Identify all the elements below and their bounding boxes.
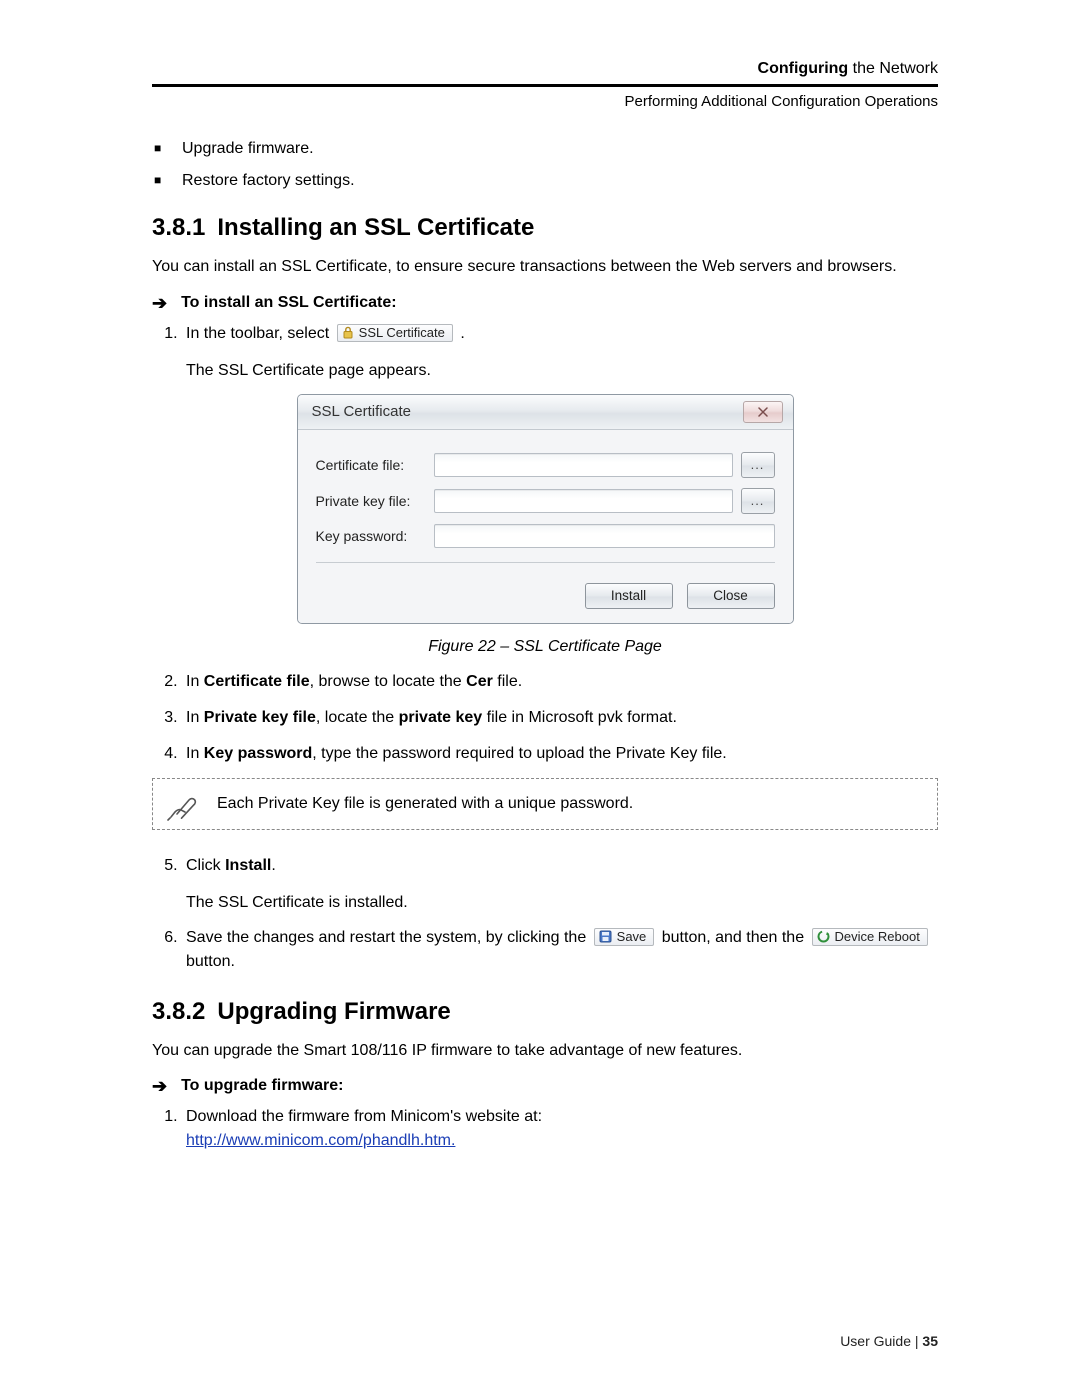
note-box: Each Private Key file is generated with … (152, 778, 938, 830)
step-item: Save the changes and restart the system,… (182, 926, 938, 974)
steps-list-continued-2: Click Install. (152, 854, 938, 878)
close-dialog-button[interactable]: Close (687, 583, 775, 609)
dialog-separator (316, 562, 775, 563)
procedure-title: To install an SSL Certificate: (181, 294, 396, 312)
note-text: Each Private Key file is generated with … (217, 795, 633, 813)
pre-section-list: Upgrade firmware. Restore factory settin… (152, 140, 938, 190)
save-chip: Save (594, 928, 655, 946)
ssl-certificate-dialog: SSL Certificate Certificate file: ... Pr… (297, 394, 794, 624)
step-text: In the toolbar, select (186, 325, 334, 342)
close-button[interactable] (743, 401, 783, 423)
dialog-actions: Install Close (298, 583, 793, 623)
header-bold: Configuring (758, 60, 849, 77)
list-item: Upgrade firmware. (182, 140, 938, 158)
firmware-steps: Download the firmware from Minicom's web… (152, 1105, 938, 1153)
steps-list-continued-3: Save the changes and restart the system,… (152, 926, 938, 974)
section-heading-firmware: 3.8.2 Upgrading Firmware (152, 998, 938, 1026)
dialog-title: SSL Certificate (312, 403, 743, 420)
firmware-download-link[interactable]: http://www.minicom.com/phandlh.htm. (186, 1132, 455, 1149)
page-number: 35 (922, 1333, 938, 1349)
close-icon (757, 407, 769, 417)
paragraph: You can install an SSL Certificate, to e… (152, 256, 938, 278)
dialog-row-key-password: Key password: (316, 524, 775, 548)
certificate-file-label: Certificate file: (316, 457, 434, 473)
arrow-right-icon: ➔ (152, 1077, 167, 1095)
step-item: In the toolbar, select SSL Certificate . (182, 322, 938, 346)
figure-caption: Figure 22 – SSL Certificate Page (152, 638, 938, 656)
steps-list-continued: In Certificate file, browse to locate th… (152, 670, 938, 766)
section-heading-ssl: 3.8.1 Installing an SSL Certificate (152, 214, 938, 242)
file-type: private key (399, 709, 483, 726)
step-item: In Certificate file, browse to locate th… (182, 670, 938, 694)
section-number: 3.8.1 (152, 214, 205, 241)
step-item: Click Install. (182, 854, 938, 878)
key-password-label: Key password: (316, 528, 434, 544)
section-number: 3.8.2 (152, 998, 205, 1025)
footer-label: User Guide (840, 1333, 911, 1349)
procedure-heading: ➔ To install an SSL Certificate: (152, 294, 938, 312)
procedure-title: To upgrade firmware: (181, 1077, 343, 1095)
save-icon (599, 930, 612, 943)
dialog-row-private-key: Private key file: ... (316, 488, 775, 514)
page-footer: User Guide | 35 (840, 1333, 938, 1349)
private-key-file-label: Private key file: (316, 493, 434, 509)
field-name: Private key file (204, 709, 316, 726)
field-name: Key password (204, 745, 312, 762)
key-password-input[interactable] (434, 524, 775, 548)
footer-sep: | (911, 1333, 922, 1349)
figure-dialog-wrap: SSL Certificate Certificate file: ... Pr… (152, 394, 938, 624)
steps-list: In the toolbar, select SSL Certificate . (152, 322, 938, 346)
dialog-body: Certificate file: ... Private key file: … (298, 430, 793, 583)
step-text-end: . (460, 325, 464, 342)
header-rest: the Network (848, 60, 938, 77)
paragraph: You can upgrade the Smart 108/116 IP fir… (152, 1040, 938, 1062)
procedure-heading: ➔ To upgrade firmware: (152, 1077, 938, 1095)
browse-private-key-button[interactable]: ... (741, 488, 775, 514)
ssl-certificate-chip: SSL Certificate (337, 324, 453, 342)
step-item: In Key password, type the password requi… (182, 742, 938, 766)
step-item: Download the firmware from Minicom's web… (182, 1105, 938, 1153)
private-key-file-input[interactable] (434, 489, 733, 513)
dialog-titlebar: SSL Certificate (298, 395, 793, 430)
step-result: The SSL Certificate page appears. (186, 362, 938, 380)
field-name: Certificate file (204, 673, 310, 690)
reboot-icon (817, 930, 830, 943)
chip-label: Device Reboot (835, 930, 920, 943)
section-title: Installing an SSL Certificate (217, 214, 534, 241)
running-header: Configuring the Network (152, 60, 938, 78)
document-page: Configuring the Network Performing Addit… (0, 0, 1080, 1397)
dialog-row-certificate: Certificate file: ... (316, 452, 775, 478)
header-divider (152, 84, 938, 87)
chip-label: Save (617, 930, 647, 943)
step-result: The SSL Certificate is installed. (186, 894, 938, 912)
file-type: Cer (466, 673, 493, 690)
install-button[interactable]: Install (585, 583, 673, 609)
browse-certificate-button[interactable]: ... (741, 452, 775, 478)
section-title: Upgrading Firmware (217, 998, 450, 1025)
arrow-right-icon: ➔ (152, 294, 167, 312)
lock-icon (342, 326, 354, 339)
device-reboot-chip: Device Reboot (812, 928, 928, 946)
chip-label: SSL Certificate (359, 326, 445, 339)
header-subtitle: Performing Additional Configuration Oper… (152, 93, 938, 110)
hand-note-icon (163, 787, 199, 821)
step-item: In Private key file, locate the private … (182, 706, 938, 730)
list-item: Restore factory settings. (182, 172, 938, 190)
button-name: Install (225, 857, 271, 874)
certificate-file-input[interactable] (434, 453, 733, 477)
